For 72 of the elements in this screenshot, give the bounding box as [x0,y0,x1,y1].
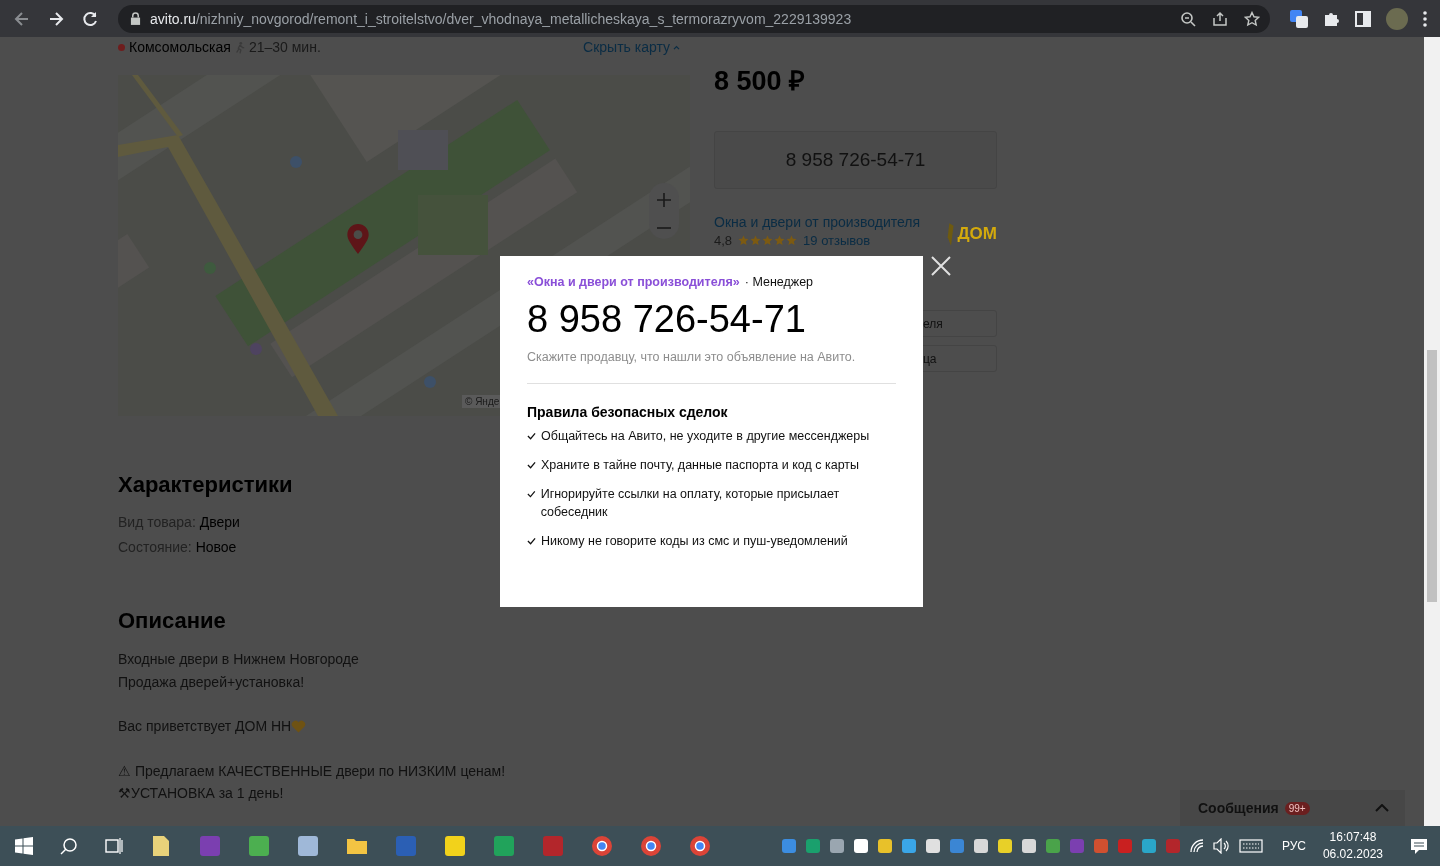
task-view-icon[interactable] [105,837,123,855]
unread-badge: 99+ [1284,801,1310,815]
seller-link[interactable]: «Окна и двери от производителя» [527,275,740,289]
seller-role: · Менеджер [744,275,814,289]
search-icon[interactable] [60,837,78,855]
close-icon[interactable] [931,256,951,276]
metro-station: Комсомольская [129,39,231,55]
map-pin-icon [346,224,370,255]
phone-number: 8 958 726-54-71 [527,298,807,342]
circle-logo-icon[interactable] [689,835,711,857]
address-bar[interactable]: avito.ru/nizhniy_novgorod/remont_i_stroitelstvo/dver_vhodnaya_metallicheskaya_s_termorazryvom_2229139923 [118,4,1270,33]
rules-heading: Правила безопасных сделок [527,404,729,420]
section-heading: Характеристики [118,472,293,498]
metro-dot-icon [118,43,125,51]
description-line: ⚠ Предлагаем КАЧЕСТВЕННЫЕ двери по НИЗКИМ ценам! [118,761,506,781]
scrollbar-thumb[interactable] [1427,350,1437,602]
tray-icon[interactable] [996,838,1013,854]
wifi-icon[interactable] [1188,838,1205,854]
notification-icon[interactable] [1410,837,1428,855]
tray-icon[interactable] [852,838,869,854]
circle-logo-icon[interactable] [640,835,662,857]
description-line: Входные двери в Нижнем Новгороде [118,650,359,669]
description-line: Вас приветствует ДОМ НН [118,717,292,736]
document-icon[interactable] [150,835,172,857]
sidebar-icon[interactable] [1354,9,1372,28]
tray-icon[interactable] [1020,838,1037,854]
zoom-icon[interactable] [1180,10,1196,27]
check-icon [527,536,536,545]
share-icon[interactable] [1212,10,1228,27]
check-icon [527,461,536,469]
rule-text: Храните в тайне почту, данные паспорта и код с карты [541,457,860,474]
translate-icon[interactable] [1290,9,1308,28]
seller-logo: ДОМ [945,219,997,248]
description-line: ⚒УСТАНОВКА за 1 день! [118,784,284,803]
clock-date[interactable]: 06.02.2023 [1322,846,1383,863]
rule-text: Никому не говорите коды из смс и пуш-уведомлений [541,532,848,550]
clock-time[interactable]: 16:07:48 [1329,829,1377,846]
tray-icon[interactable] [876,838,893,854]
keyboard-icon[interactable] [1238,839,1263,853]
speaker-icon[interactable] [1212,838,1231,854]
map-attribution: © Янде [462,395,503,408]
app-icon[interactable] [444,835,466,857]
star-icon [762,235,774,246]
check-icon [527,432,536,440]
heart-icon [291,719,307,733]
spec-value: Двери [199,514,240,530]
price: 8 500 ₽ [714,65,807,91]
hint-text: Скажите продавцу, что нашли это объявление на Авито. [527,350,857,364]
windows-logo-icon[interactable] [15,837,33,855]
app-icon[interactable] [297,835,319,857]
language-indicator[interactable]: РУС [1281,839,1306,853]
chevron-up-icon [673,44,680,50]
rule-text: Игнорируйте ссылки на оплату, которые присылает собеседник [540,486,841,521]
star-icon[interactable] [1244,10,1260,27]
description-line: Продажа дверей+установка! [118,672,305,692]
tray-icon[interactable] [828,838,845,854]
menu-icon[interactable] [1422,9,1428,28]
rule-text: Общайтесь на Авито, не уходите в другие мессенджеры [541,428,870,445]
star-icon [738,235,750,246]
app-icon[interactable] [493,835,515,857]
spec-value: Новое [195,539,237,555]
tray-icon[interactable] [924,838,941,854]
lock-icon [130,12,141,25]
star-icon [786,235,798,246]
scrollbar[interactable] [1424,37,1440,826]
tray-icon[interactable] [972,838,989,854]
app-icon[interactable] [248,835,270,857]
star-icon [750,235,762,246]
check-icon [527,490,536,498]
star-icon [774,235,786,246]
circle-logo-icon[interactable] [591,835,613,857]
section-heading: Описание [118,608,226,634]
